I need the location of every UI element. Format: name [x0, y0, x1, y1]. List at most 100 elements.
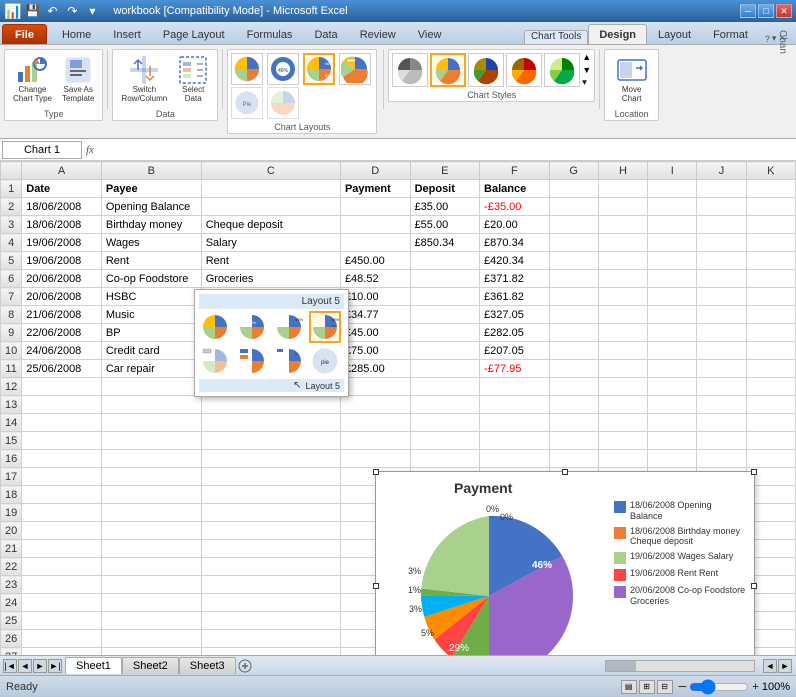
dropdown-item-2[interactable]: 46% [236, 311, 268, 343]
cell-e3[interactable]: £55.00 [410, 216, 479, 234]
layout-item-5[interactable]: Pie [231, 87, 263, 119]
cell-k4[interactable] [746, 234, 795, 252]
cell-j3[interactable] [697, 216, 746, 234]
change-chart-type-btn[interactable]: ChangeChart Type [9, 52, 56, 106]
cell-k2[interactable] [746, 198, 795, 216]
cell-j11[interactable] [697, 360, 746, 378]
cell-f11[interactable]: -£77.95 [480, 360, 550, 378]
layout-item-2[interactable]: 46% [267, 53, 299, 85]
cell-i6[interactable] [648, 270, 697, 288]
close-btn[interactable]: ✕ [776, 4, 792, 18]
cell-k7[interactable] [746, 288, 795, 306]
chart-style-4[interactable] [506, 53, 542, 87]
cell-b3[interactable]: Birthday money [101, 216, 201, 234]
cell-h9[interactable] [598, 324, 647, 342]
dropdown-item-6[interactable] [236, 345, 268, 377]
cell-j9[interactable] [697, 324, 746, 342]
col-header-c[interactable]: C [201, 162, 340, 180]
zoom-out-btn[interactable]: ─ [679, 681, 687, 693]
chart-handle-tr[interactable] [751, 469, 757, 475]
cell-f8[interactable]: £327.05 [480, 306, 550, 324]
cell-d10[interactable]: £75.00 [340, 342, 410, 360]
dropdown-item-1[interactable] [199, 311, 231, 343]
cell-e6[interactable] [410, 270, 479, 288]
cell-b8[interactable]: Music [101, 306, 201, 324]
tab-format[interactable]: Format [702, 24, 759, 44]
cell-a5[interactable]: 19/06/2008 [22, 252, 102, 270]
cell-c2[interactable] [201, 198, 340, 216]
cell-f10[interactable]: £207.05 [480, 342, 550, 360]
help-icon[interactable]: ? [765, 34, 770, 44]
zoom-in-btn[interactable]: + [752, 681, 758, 693]
col-header-g[interactable]: G [549, 162, 598, 180]
page-layout-icon[interactable]: ⊞ [639, 680, 655, 694]
dropdown-item-5[interactable] [199, 345, 231, 377]
name-box[interactable] [2, 141, 82, 159]
cell-h2[interactable] [598, 198, 647, 216]
save-qa-btn[interactable]: 💾 [23, 2, 41, 20]
cell-i4[interactable] [648, 234, 697, 252]
cell-c5[interactable]: Rent [201, 252, 340, 270]
chart-handle-mr[interactable] [751, 583, 757, 589]
col-header-i[interactable]: I [648, 162, 697, 180]
cell-j1[interactable] [697, 180, 746, 198]
dropdown-item-7[interactable]: % [273, 345, 305, 377]
tab-insert[interactable]: Insert [102, 24, 152, 44]
cell-g2[interactable] [549, 198, 598, 216]
cell-i11[interactable] [648, 360, 697, 378]
move-chart-btn[interactable]: MoveChart [612, 52, 652, 106]
cell-f4[interactable]: £870.34 [480, 234, 550, 252]
cell-d6[interactable]: £48.52 [340, 270, 410, 288]
layout-item-6[interactable] [267, 87, 299, 119]
cell-j2[interactable] [697, 198, 746, 216]
cell-c4[interactable]: Salary [201, 234, 340, 252]
cell-e9[interactable] [410, 324, 479, 342]
cell-d9[interactable]: £45.00 [340, 324, 410, 342]
chart-container[interactable]: Payment [375, 471, 755, 655]
cell-h5[interactable] [598, 252, 647, 270]
col-header-j[interactable]: J [697, 162, 746, 180]
cell-b11[interactable]: Car repair [101, 360, 201, 378]
dropdown-item-4[interactable]: 46%Cat [309, 311, 341, 343]
scroll-right[interactable]: ► [778, 659, 792, 673]
undo-qa-btn[interactable]: ↶ [43, 2, 61, 20]
cell-a1[interactable]: Date [22, 180, 102, 198]
col-header-f[interactable]: F [480, 162, 550, 180]
cell-g11[interactable] [549, 360, 598, 378]
cell-g1[interactable] [549, 180, 598, 198]
cell-i9[interactable] [648, 324, 697, 342]
cell-b7[interactable]: HSBC [101, 288, 201, 306]
cell-k8[interactable] [746, 306, 795, 324]
tab-review[interactable]: Review [349, 24, 407, 44]
cell-g7[interactable] [549, 288, 598, 306]
minimize-ribbon-icon[interactable]: ▾ [772, 33, 777, 44]
chart-handle-tm[interactable] [562, 469, 568, 475]
cell-h10[interactable] [598, 342, 647, 360]
cell-d1[interactable]: Payment [340, 180, 410, 198]
col-header-d[interactable]: D [340, 162, 410, 180]
cell-i3[interactable] [648, 216, 697, 234]
tab-formulas[interactable]: Formulas [236, 24, 304, 44]
save-as-template-btn[interactable]: Save AsTemplate [58, 52, 98, 106]
col-header-b[interactable]: B [101, 162, 201, 180]
cell-a3[interactable]: 18/06/2008 [22, 216, 102, 234]
chart-styles-scroll[interactable]: ▲ ▼ ▾ [582, 53, 591, 87]
cell-b2[interactable]: Opening Balance [101, 198, 201, 216]
cell-k3[interactable] [746, 216, 795, 234]
cell-g4[interactable] [549, 234, 598, 252]
add-sheet-btn[interactable] [238, 657, 252, 674]
nav-first-sheet[interactable]: |◄ [3, 659, 17, 673]
chart-style-3[interactable] [468, 53, 504, 87]
tab-home[interactable]: Home [51, 24, 102, 44]
cell-d5[interactable]: £450.00 [340, 252, 410, 270]
cell-a4[interactable]: 19/06/2008 [22, 234, 102, 252]
page-break-icon[interactable]: ⊟ [657, 680, 673, 694]
cell-b9[interactable]: BP [101, 324, 201, 342]
cell-b1[interactable]: Payee [101, 180, 201, 198]
nav-last-sheet[interactable]: ►| [48, 659, 62, 673]
cell-e10[interactable] [410, 342, 479, 360]
cell-g5[interactable] [549, 252, 598, 270]
cell-e1[interactable]: Deposit [410, 180, 479, 198]
minimize-btn[interactable]: ─ [740, 4, 756, 18]
layout-item-1[interactable] [231, 53, 263, 85]
